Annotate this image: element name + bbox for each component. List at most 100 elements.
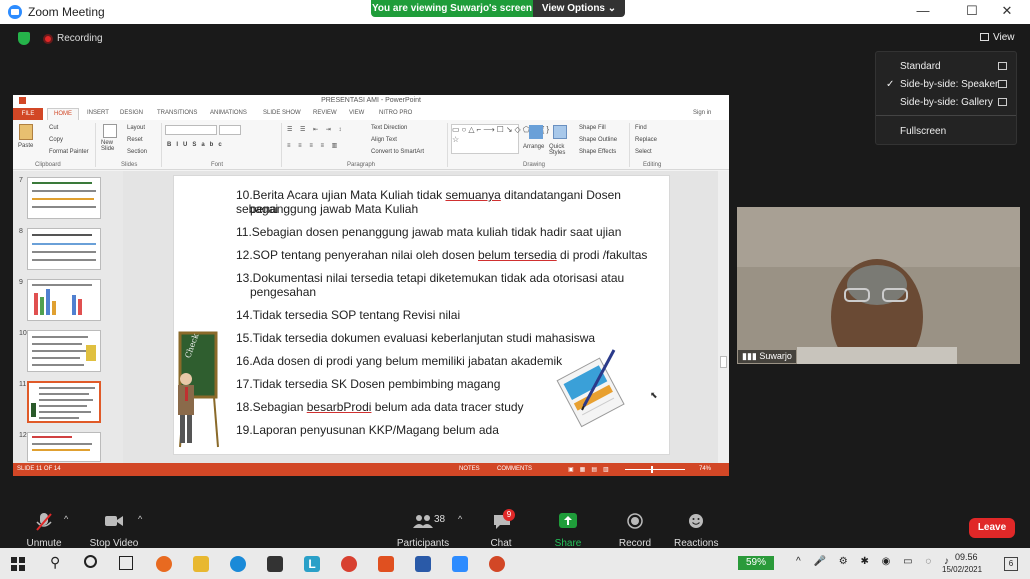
shape-outline-button[interactable]: Shape Outline [579,137,617,143]
tab-animations[interactable]: ANIMATIONS [210,110,247,116]
chat-badge: 9 [503,509,515,521]
list-buttons[interactable]: ☰ ☰ ⇤ ⇥ ↕ [287,126,344,133]
new-slide-button[interactable]: New Slide [101,140,123,152]
shapes-gallery[interactable]: ▭○△⌐⟶☐↘◇⬠⌒{}☆ [451,124,549,154]
copy-button[interactable]: Copy [49,137,63,143]
chrome-icon[interactable] [341,556,357,572]
align-buttons[interactable]: ≡ ≡ ≡ ≡ ▥ [287,142,340,149]
quick-styles-icon[interactable] [553,125,567,139]
clipboard-group-label: Clipboard [35,162,61,168]
tab-slide-show[interactable]: SLIDE SHOW [263,110,301,116]
clock-date[interactable]: 15/02/2021 [942,565,982,574]
shield-icon[interactable] [18,32,30,45]
slide-thumbnail-12[interactable] [27,432,101,462]
task-view-icon[interactable] [119,556,133,570]
slide-thumbnail-9[interactable] [27,279,101,321]
share-screen-icon[interactable] [559,513,577,528]
view-options-button[interactable]: View Options ⌄ [533,0,625,17]
view-side-by-side-gallery[interactable]: Side-by-side: Gallery [900,97,993,108]
tab-home[interactable]: HOME [47,108,79,120]
audio-options-chevron-icon[interactable]: ^ [64,514,68,524]
font-name-select[interactable] [165,125,217,135]
signal-icon: ▮▮▮ [742,351,760,361]
select-button[interactable]: Select [635,149,652,155]
muted-microphone-icon[interactable] [35,512,53,532]
new-slide-icon[interactable] [103,124,117,138]
find-button[interactable]: Find [635,125,647,131]
align-text-button[interactable]: Align Text [371,137,397,143]
powerpoint-taskbar-icon[interactable] [489,556,505,572]
paste-icon[interactable] [19,124,33,140]
view-side-by-side-speaker[interactable]: Side-by-side: Speaker [900,79,998,90]
zoom-slider-thumb[interactable] [651,466,653,473]
slide-thumbnail-8[interactable] [27,228,101,270]
slide-thumbnail-11[interactable] [27,381,101,423]
cut-button[interactable]: Cut [49,125,58,131]
record-icon[interactable] [627,513,643,529]
slide-thumbnail-7[interactable] [27,177,101,219]
convert-smartart-button[interactable]: Convert to SmartArt [371,149,424,155]
tab-file[interactable]: FILE [13,108,43,120]
font-format-buttons[interactable]: BIUSabc [167,142,227,148]
zoom-level: 74% [699,466,712,472]
tray-icons[interactable]: ^ 🎤 ⚙ ✱ ◉ ▭ ◌ ♪ [796,556,954,567]
windows-start-icon[interactable] [11,557,25,571]
slide-line-12: 12.SOP tentang penyerahan nilai oleh dos… [236,248,648,262]
shape-fill-button[interactable]: Shape Fill [579,125,606,131]
replace-button[interactable]: Replace [635,137,657,143]
paste-label[interactable]: Paste [18,143,33,149]
mail-icon[interactable] [267,556,283,572]
slide-vertical-scrollbar[interactable] [718,171,729,463]
office-icon[interactable] [378,556,394,572]
tab-nitro-pro[interactable]: NITRO PRO [379,110,412,116]
zoom-slider[interactable] [625,469,685,470]
layout-button[interactable]: Layout [127,125,145,131]
close-button[interactable]: ✕ [992,3,1022,21]
minimize-button[interactable]: — [908,3,938,21]
tab-view[interactable]: VIEW [349,110,364,116]
comments-button[interactable]: COMMENTS [497,466,532,472]
clock-time[interactable]: 09.56 [955,552,978,562]
arrange-icon[interactable] [529,125,543,139]
slide-thumbnail-10[interactable] [27,330,101,372]
view-standard[interactable]: Standard [900,61,941,72]
tab-review[interactable]: REVIEW [313,110,337,116]
notes-button[interactable]: NOTES [459,466,480,472]
slide-line-10-cont: penanggung jawab Mata Kuliah [250,202,419,216]
view-mode-buttons[interactable]: ▣▦▤▥ [568,466,615,473]
view-button[interactable]: View [980,32,1015,43]
reactions-icon[interactable] [688,513,704,529]
tab-insert[interactable]: INSERT [87,110,109,116]
view-fullscreen[interactable]: Fullscreen [900,126,946,137]
arrange-button[interactable]: Arrange [523,144,544,150]
reset-button[interactable]: Reset [127,137,143,143]
ppt-title: PRESENTASI AMI - PowerPoint [321,97,421,104]
file-explorer-icon[interactable] [193,556,209,572]
shape-effects-button[interactable]: Shape Effects [579,149,616,155]
cortana-icon[interactable] [84,555,97,568]
video-options-chevron-icon[interactable]: ^ [138,514,142,524]
text-direction-button[interactable]: Text Direction [371,125,407,131]
tab-transitions[interactable]: TRANSITIONS [157,110,197,116]
battery-indicator[interactable]: 59% [738,556,774,570]
zoom-taskbar-icon[interactable] [452,556,468,572]
search-icon[interactable]: ⚲ [50,554,60,571]
chevron-down-icon: ⌄ [607,3,617,14]
quick-styles-button[interactable]: Quick Styles [549,144,573,156]
edge-icon[interactable] [230,556,246,572]
participants-chevron-icon[interactable]: ^ [458,514,462,524]
participant-video-frame [737,207,1020,364]
video-camera-icon[interactable] [104,514,124,528]
leave-button[interactable]: Leave [969,518,1015,538]
notification-count[interactable]: 6 [1004,557,1018,571]
format-painter-button[interactable]: Format Painter [49,149,89,155]
tab-design[interactable]: DESIGN [120,110,143,116]
word-icon[interactable] [415,556,431,572]
sign-in-link[interactable]: Sign in [693,110,711,116]
app-l-icon[interactable]: L [304,556,320,572]
firefox-icon[interactable] [156,556,172,572]
maximize-button[interactable]: ☐ [957,3,987,21]
font-size-select[interactable] [219,125,241,135]
participants-icon[interactable] [413,514,433,528]
section-button[interactable]: Section [127,149,147,155]
